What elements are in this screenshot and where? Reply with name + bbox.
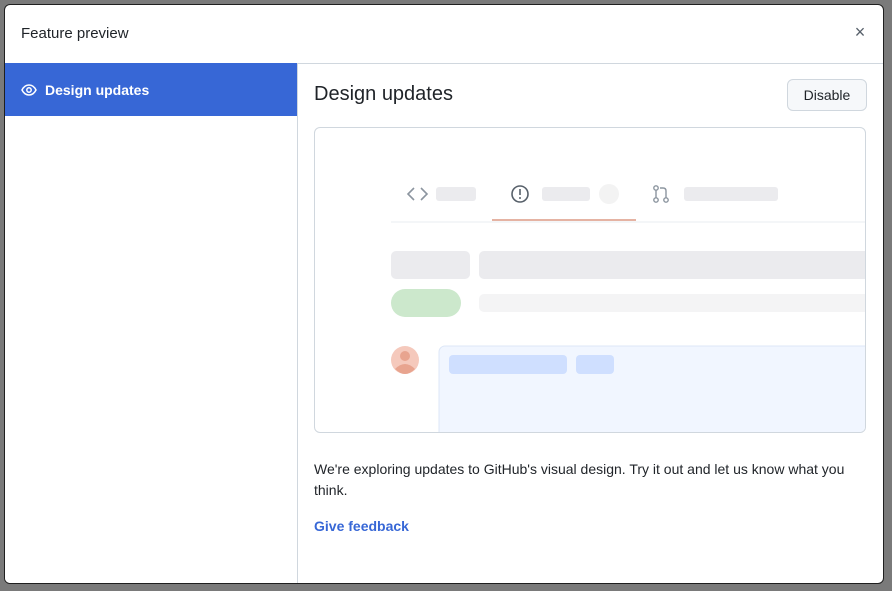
meta-placeholder	[479, 294, 865, 312]
issue-icon	[511, 185, 529, 203]
status-label-placeholder	[391, 289, 461, 317]
preview-skeleton	[391, 184, 865, 432]
selected-tab-underline	[492, 219, 636, 221]
tab-placeholder	[542, 187, 590, 201]
close-icon: ×	[854, 22, 866, 42]
comment-meta-placeholder	[576, 355, 614, 374]
dialog-header: Feature preview ×	[5, 5, 883, 64]
sidebar-item-label: Design updates	[45, 81, 150, 98]
sidebar-item-design-updates[interactable]: Design updates	[5, 63, 297, 116]
design-preview-illustration	[314, 127, 866, 433]
avatar	[391, 346, 419, 374]
pull-request-icon	[653, 185, 669, 203]
give-feedback-link[interactable]: Give feedback	[314, 518, 409, 534]
close-button[interactable]: ×	[851, 23, 869, 41]
page-title: Design updates	[314, 83, 453, 105]
tab-placeholder	[684, 187, 778, 201]
code-icon	[406, 187, 429, 201]
feature-preview-dialog: Feature preview × Design updates Design …	[4, 4, 884, 584]
sidebar: Design updates	[5, 63, 298, 583]
title-placeholder	[479, 251, 865, 279]
description-text: We're exploring updates to GitHub's visu…	[314, 461, 845, 498]
tab-placeholder	[436, 187, 476, 201]
tab-counter-placeholder	[599, 184, 619, 204]
comment-author-placeholder	[449, 355, 567, 374]
main-panel: Design updates Disable We're exploring u…	[298, 63, 883, 583]
disable-button[interactable]: Disable	[787, 79, 867, 111]
title-placeholder	[391, 251, 470, 279]
eye-icon	[21, 82, 37, 98]
dialog-title: Feature preview	[21, 25, 129, 42]
